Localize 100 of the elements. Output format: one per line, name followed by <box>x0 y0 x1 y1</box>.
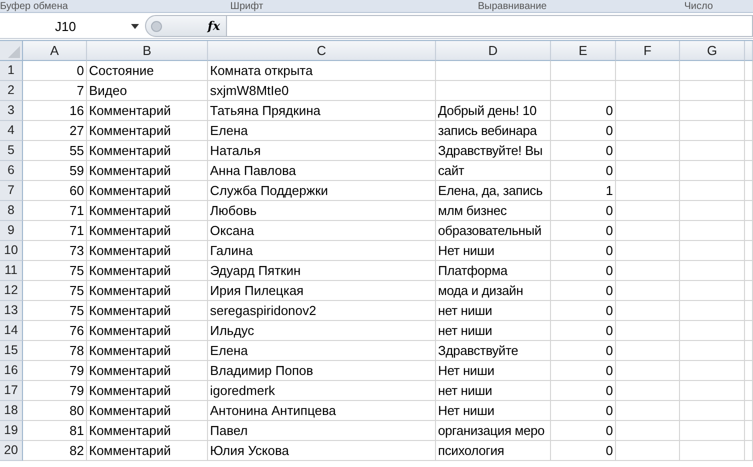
corner-triangle-icon <box>8 46 20 58</box>
empty-cell <box>680 441 745 461</box>
row-header[interactable]: 4 <box>0 121 23 141</box>
empty-cell <box>616 321 680 341</box>
table-cell: 75 <box>23 261 87 281</box>
empty-cell <box>680 81 745 101</box>
table-cell: 80 <box>23 401 87 421</box>
table-cell: 0 <box>551 201 616 221</box>
table-cell: Комментарий <box>87 101 208 121</box>
row-header[interactable]: 3 <box>0 101 23 121</box>
column-header[interactable]: C <box>208 41 436 61</box>
table-cell: 0 <box>551 301 616 321</box>
row-header[interactable]: 1 <box>0 61 23 81</box>
table-cell: Комментарий <box>87 181 208 201</box>
row-header[interactable]: 16 <box>0 361 23 381</box>
empty-cell <box>680 161 745 181</box>
empty-cell <box>616 181 680 201</box>
column-header[interactable] <box>745 41 753 61</box>
table-cell: Татьяна Прядкина <box>208 101 436 121</box>
row-header[interactable]: 6 <box>0 161 23 181</box>
table-cell: 75 <box>23 281 87 301</box>
column-header[interactable]: E <box>551 41 616 61</box>
row-header[interactable]: 17 <box>0 381 23 401</box>
table-cell: Антонина Антипцева <box>208 401 436 421</box>
row-header[interactable]: 20 <box>0 441 23 461</box>
row-header[interactable]: 12 <box>0 281 23 301</box>
table-cell: Юлия Ускова <box>208 441 436 461</box>
empty-cell <box>616 121 680 141</box>
insert-function-button[interactable]: fx <box>208 19 220 33</box>
row-header[interactable]: 13 <box>0 301 23 321</box>
table-cell: 75 <box>23 301 87 321</box>
row-header[interactable]: 19 <box>0 421 23 441</box>
table-cell: 1 <box>551 181 616 201</box>
table-cell: психология <box>436 441 551 461</box>
table-cell: 76 <box>23 321 87 341</box>
row-header[interactable]: 11 <box>0 261 23 281</box>
table-cell: 55 <box>23 141 87 161</box>
resize-handle-icon[interactable] <box>151 20 162 32</box>
table-cell: Комментарий <box>87 341 208 361</box>
empty-cell <box>680 261 745 281</box>
table-cell: Нет ниши <box>436 241 551 261</box>
row-header[interactable]: 15 <box>0 341 23 361</box>
table-cell: Владимир Попов <box>208 361 436 381</box>
table-cell: Комментарий <box>87 141 208 161</box>
column-header[interactable]: D <box>436 41 551 61</box>
table-cell: Елена <box>208 341 436 361</box>
row-header[interactable]: 14 <box>0 321 23 341</box>
row-header[interactable]: 10 <box>0 241 23 261</box>
table-cell: 81 <box>23 421 87 441</box>
empty-cell <box>616 421 680 441</box>
table-cell: 0 <box>551 401 616 421</box>
row-header[interactable]: 7 <box>0 181 23 201</box>
table-cell: 0 <box>551 281 616 301</box>
empty-cell <box>616 301 680 321</box>
table-cell: 71 <box>23 201 87 221</box>
table-cell: 0 <box>551 101 616 121</box>
table-cell: Комментарий <box>87 441 208 461</box>
row-header[interactable]: 18 <box>0 401 23 421</box>
empty-cell <box>680 221 745 241</box>
row-header[interactable]: 9 <box>0 221 23 241</box>
select-all-button[interactable] <box>0 41 23 61</box>
ribbon-group-label: Буфер обмена <box>0 2 69 12</box>
table-cell: sxjmW8MtIe0 <box>208 81 436 101</box>
empty-cell <box>680 341 745 361</box>
empty-cell <box>616 361 680 381</box>
empty-cell <box>616 201 680 221</box>
table-cell: 0 <box>551 381 616 401</box>
table-cell: Комментарий <box>87 321 208 341</box>
table-cell: Наталья <box>208 141 436 161</box>
column-header[interactable]: G <box>680 41 745 61</box>
column-header[interactable]: B <box>87 41 208 61</box>
table-cell: seregaspiridonov2 <box>208 301 436 321</box>
table-cell: 0 <box>551 221 616 241</box>
table-cell: Комната открыта <box>208 61 436 81</box>
row-header[interactable]: 2 <box>0 81 23 101</box>
table-cell: млм бизнес <box>436 201 551 221</box>
formula-input-field[interactable] <box>227 15 753 37</box>
table-cell: Здравствуйте <box>436 341 551 361</box>
name-box[interactable]: J10 <box>0 16 145 36</box>
table-cell: Оксана <box>208 221 436 241</box>
table-cell: 16 <box>23 101 87 121</box>
table-cell: Комментарий <box>87 301 208 321</box>
table-cell: Комментарий <box>87 361 208 381</box>
table-cell: Комментарий <box>87 281 208 301</box>
table-cell: 0 <box>551 121 616 141</box>
column-header[interactable]: F <box>616 41 680 61</box>
empty-cell <box>616 381 680 401</box>
table-cell: 0 <box>551 441 616 461</box>
table-cell: 73 <box>23 241 87 261</box>
table-cell: 79 <box>23 361 87 381</box>
table-cell: Состояние <box>87 61 208 81</box>
empty-cell <box>680 101 745 121</box>
table-cell: Здравствуйте! Вы <box>436 141 551 161</box>
table-cell: организация меро <box>436 421 551 441</box>
row-header[interactable]: 5 <box>0 141 23 161</box>
dropdown-icon[interactable] <box>131 24 139 28</box>
row-header[interactable]: 8 <box>0 201 23 221</box>
table-cell: 0 <box>551 421 616 441</box>
column-header[interactable]: A <box>23 41 87 61</box>
table-cell: Добрый день! 10 <box>436 101 551 121</box>
